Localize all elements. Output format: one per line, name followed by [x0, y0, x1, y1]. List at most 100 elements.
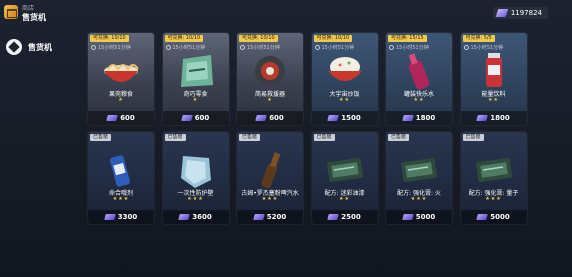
item-rarity-stars: ★★★: [187, 196, 204, 202]
shop-item-card[interactable]: 已售罄 命合哦剂 ★★★ 3300: [88, 132, 154, 224]
refresh-timer: 15小时51分钟: [165, 44, 206, 51]
price-button[interactable]: 5000: [460, 210, 527, 224]
exchange-limit-badge: 可兑换: 10/10: [313, 35, 353, 42]
item-image: [471, 51, 517, 91]
timer-text: 15小时51分钟: [470, 45, 504, 51]
price-button[interactable]: 1800: [386, 111, 452, 125]
item-image: [247, 150, 293, 190]
price-value: 5000: [490, 213, 510, 221]
price-button[interactable]: 2500: [311, 210, 378, 224]
refresh-timer: 15小时51分钟: [91, 44, 131, 51]
price-button[interactable]: 5200: [237, 210, 303, 224]
price-value: 600: [194, 114, 210, 122]
shop-item-card[interactable]: 可兑换: 10/10 15小时51分钟 奇巧零食 ★ 600: [162, 33, 229, 125]
clock-icon: [91, 45, 96, 50]
item-rarity-stars: ★★★: [410, 196, 428, 202]
price-value: 600: [120, 114, 135, 122]
refresh-timer: 15小时51分钟: [314, 44, 355, 51]
currency-value: 1197824: [510, 9, 542, 17]
item-rarity-stars: ★★★: [485, 196, 502, 202]
gem-icon: [327, 214, 340, 220]
item-image: [173, 51, 219, 91]
clock-icon: [389, 45, 394, 50]
item-image: [98, 51, 144, 91]
price-value: 1500: [341, 114, 361, 122]
price-button[interactable]: 3300: [88, 210, 154, 224]
gem-icon: [401, 115, 414, 121]
clock-icon: [165, 45, 171, 50]
vending-machine-icon: [6, 39, 22, 55]
item-rarity-stars: ★★★: [112, 196, 130, 202]
price-button[interactable]: 600: [162, 111, 229, 125]
sidebar: 售货机: [0, 26, 78, 277]
price-button[interactable]: 600: [237, 111, 303, 125]
shop-item-card[interactable]: 可兑换: 5/5 15小时51分钟 能量饮料 ★★ 1800: [460, 33, 527, 125]
price-value: 600: [269, 114, 284, 122]
shop-item-card[interactable]: 可兑换: 10/10 15小时51分钟 简易救援器 ★ 600: [237, 33, 303, 125]
gem-icon: [495, 9, 509, 17]
item-rarity-stars: ★★: [488, 97, 499, 103]
exchange-limit-badge: 可兑换: 10/10: [164, 35, 204, 42]
shop-item-card[interactable]: 可兑换: 10/10 15小时51分钟 果壳粮食 ★ 600: [88, 33, 154, 125]
gem-icon: [476, 115, 489, 121]
sidebar-item-vending-machine[interactable]: 售货机: [0, 36, 78, 58]
timer-text: 15小时51分钟: [98, 45, 131, 51]
clock-icon: [463, 45, 469, 50]
breadcrumb-shop[interactable]: 商店: [22, 3, 34, 12]
item-image: [247, 51, 293, 91]
gem-icon: [255, 115, 267, 121]
shop-item-card[interactable]: 可兑换: 15/15 15小时51分钟 罐装快乐水 ★★ 1800: [386, 33, 452, 125]
clock-icon: [314, 45, 320, 50]
item-rarity-stars: ★: [267, 97, 273, 103]
item-image: [396, 51, 442, 91]
price-value: 5000: [415, 213, 436, 221]
exchange-limit-badge: 可兑换: 5/5: [462, 35, 495, 42]
sold-out-badge: 已售罄: [462, 134, 484, 141]
price-value: 3600: [192, 213, 212, 221]
sold-out-badge: 已售罄: [313, 134, 335, 141]
shop-item-card[interactable]: 可兑换: 10/10 15小时51分钟 大宇宙炒饭 ★★ 1500: [311, 33, 378, 125]
timer-text: 15小时51分钟: [321, 45, 355, 51]
shop-item-card[interactable]: 已售罄 配方: 迷彩油漆 ★★ 2500: [311, 132, 378, 224]
price-button[interactable]: 1800: [460, 111, 527, 125]
gem-icon: [103, 214, 116, 220]
shop-item-card[interactable]: 已售罄 一次性防护壁 ★★★ 3600: [162, 132, 229, 224]
gem-icon: [476, 214, 489, 220]
shop-item-card[interactable]: 已售罄 配方: 强化膏: 量子 ★★★ 5000: [460, 132, 527, 224]
exchange-limit-badge: 可兑换: 15/15: [388, 35, 427, 42]
page-title: 售货机: [22, 13, 46, 22]
price-button[interactable]: 3600: [162, 210, 229, 224]
shop-item-card[interactable]: 已售罄 古姆•罗杰塞粉啤汽水 ★★★ 5200: [237, 132, 303, 224]
item-image: [173, 150, 219, 190]
item-image: [396, 150, 442, 190]
item-rarity-stars: ★★★: [261, 196, 279, 202]
price-value: 2500: [341, 213, 361, 221]
price-button[interactable]: 600: [88, 111, 154, 125]
refresh-timer: 15小时51分钟: [389, 44, 429, 51]
refresh-timer: 15小时51分钟: [240, 44, 280, 51]
item-rarity-stars: ★: [192, 97, 199, 103]
currency-display: 1197824: [492, 7, 548, 19]
timer-text: 15小时51分钟: [172, 45, 206, 51]
exchange-limit-badge: 可兑换: 10/10: [239, 35, 278, 42]
sold-out-badge: 已售罄: [239, 134, 261, 141]
sold-out-badge: 已售罄: [90, 134, 112, 141]
gem-icon: [180, 115, 193, 121]
price-button[interactable]: 5000: [386, 210, 452, 224]
price-button[interactable]: 1500: [311, 111, 378, 125]
price-value: 5200: [266, 213, 287, 221]
shop-icon: [4, 5, 18, 19]
refresh-timer: 15小时51分钟: [463, 44, 504, 51]
price-value: 1800: [490, 114, 510, 122]
item-image: [322, 150, 368, 190]
exchange-limit-badge: 可兑换: 10/10: [90, 35, 129, 42]
sidebar-item-label: 售货机: [28, 42, 52, 52]
item-rarity-stars: ★: [118, 97, 124, 103]
price-value: 3300: [117, 213, 138, 221]
gem-icon: [178, 214, 191, 220]
shop-item-card[interactable]: 已售罄 配方: 强化膏: 火 ★★★ 5000: [386, 132, 452, 224]
gem-icon: [252, 214, 265, 220]
item-rarity-stars: ★★: [339, 196, 350, 202]
item-image: [98, 150, 144, 190]
gem-icon: [106, 115, 118, 121]
